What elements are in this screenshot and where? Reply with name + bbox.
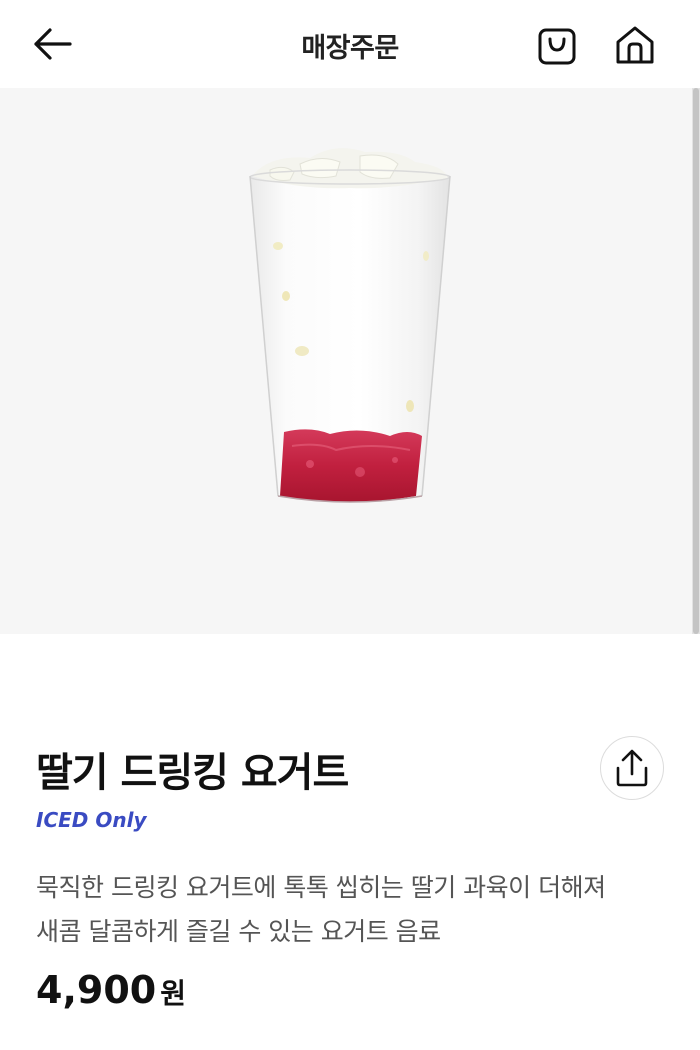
- scrollbar-thumb[interactable]: [693, 88, 699, 634]
- shopping-bag-icon: [538, 28, 576, 65]
- price-unit: 원: [160, 977, 186, 1010]
- share-button[interactable]: [600, 736, 664, 800]
- home-icon: [616, 26, 654, 64]
- iced-only-tag: ICED Only: [36, 808, 147, 832]
- strawberry-yogurt-drink-image: [249, 148, 451, 503]
- description-line: 새콤 달콤하게 즐길 수 있는 요거트 음료: [36, 917, 441, 946]
- product-image-area: [0, 88, 692, 634]
- description-line: 묵직한 드링킹 요거트에 톡톡 씹히는 딸기 과육이 더해져: [36, 873, 606, 902]
- product-name: 딸기 드링킹 요거트: [36, 750, 349, 796]
- page-title: 매장주문: [301, 33, 399, 64]
- price: 4,900 원: [36, 968, 186, 1012]
- home-button[interactable]: [608, 20, 662, 70]
- product-description: 묵직한 드링킹 요거트에 톡톡 씹히는 딸기 과육이 더해져 새콤 달콤하게 즐…: [36, 866, 676, 954]
- scrollbar[interactable]: [692, 88, 700, 634]
- price-amount: 4,900: [36, 968, 157, 1012]
- share-icon: [616, 749, 648, 787]
- cart-button[interactable]: [530, 20, 584, 70]
- top-bar: 매장주문: [0, 0, 700, 88]
